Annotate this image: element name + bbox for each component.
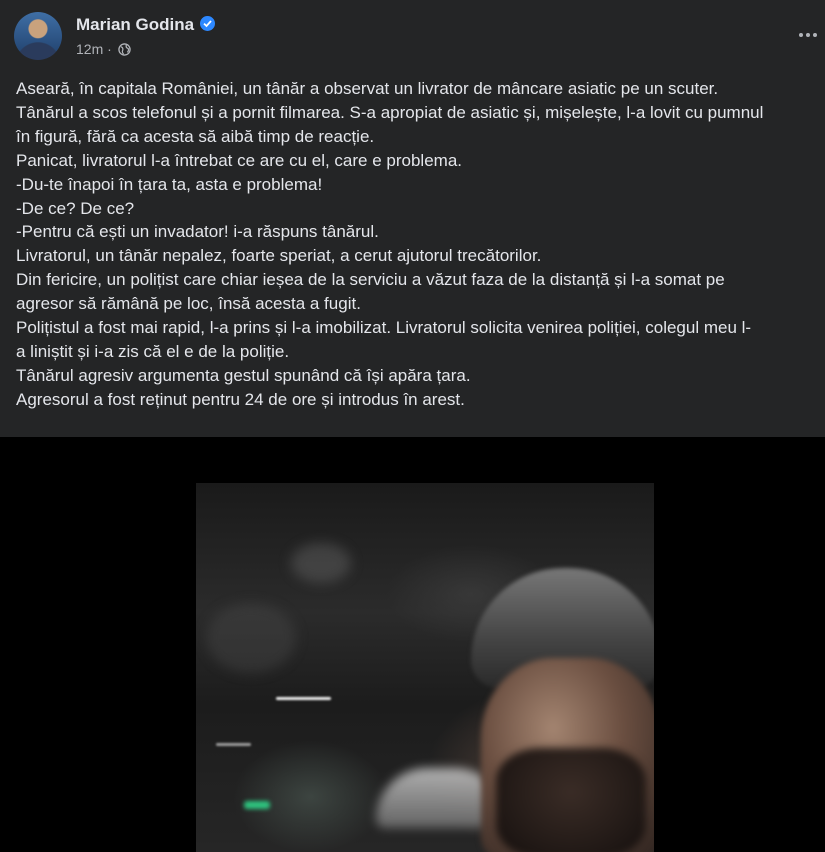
post-line: -De ce? De ce? [16,198,135,218]
post-timestamp[interactable]: 12m [76,41,103,57]
post-text: Aseară, în capitala României, un tânăr a… [16,77,825,412]
video-frame[interactable] [196,483,654,852]
author-avatar[interactable] [14,12,62,60]
post-line: Agresorul a fost reținut pentru 24 de or… [16,389,465,409]
post-line: Din fericire, un polițist care chiar ieș… [16,270,725,290]
post-line: agresor să rămână pe loc, însă acesta a … [16,294,361,314]
post-line: Tânărul a scos telefonul și a pornit fil… [16,102,764,122]
facebook-post: Marian Godina 12m · Aseară, în capitala … [0,0,825,852]
verified-badge-icon [200,16,216,31]
author-name[interactable]: Marian Godina [76,15,194,34]
post-line: Tânărul agresiv argumenta gestul spunând… [16,365,471,385]
author-name-row: Marian Godina [76,15,216,35]
post-line: Aseară, în capitala României, un tânăr a… [16,79,719,98]
green-light [244,801,270,809]
post-header: Marian Godina 12m · [14,12,825,62]
post-line: Panicat, livratorul l-a întrebat ce are … [16,150,462,170]
globe-icon[interactable] [117,43,131,59]
meta-separator: · [107,41,112,57]
background-light [206,603,296,673]
post-line: Livratorul, un tânăr nepalez, foarte spe… [16,246,542,266]
post-line: -Pentru că ești un invadator! i-a răspun… [16,222,379,242]
light-streak [276,697,331,700]
post-line: Polițistul a fost mai rapid, l-a prins ș… [16,318,752,338]
more-options-icon[interactable] [799,30,823,40]
post-meta: 12m · [76,41,131,59]
background-light [291,543,351,583]
light-streak [216,743,251,746]
video-player[interactable] [0,437,825,852]
post-line: a liniștit și i-a zis că el e de la poli… [16,341,290,361]
person-beard [496,748,646,852]
post-line: -Du-te înapoi în țara ta, asta e problem… [16,174,323,194]
post-line: în figură, fără ca acesta să aibă timp d… [16,126,375,146]
